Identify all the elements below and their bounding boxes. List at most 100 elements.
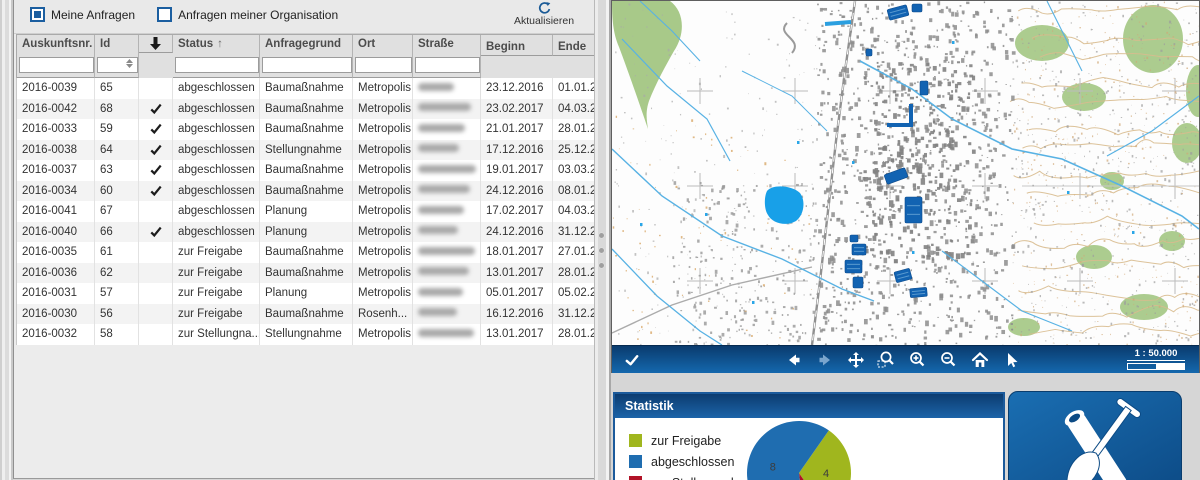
cell-check [139, 98, 173, 119]
cell-auskunftsnr: 2016-0038 [17, 139, 95, 160]
cell-ende: 01.01.2 [553, 78, 594, 99]
map-request-marker[interactable] [911, 3, 923, 13]
left-collapse-strip[interactable] [0, 0, 13, 480]
cell-ort: Metropolis [353, 283, 413, 304]
refresh-label: Aktualisieren [513, 15, 575, 27]
table-row[interactable]: 2016-0030 56 zur Freigabe Baumaßnahme Rosenh… [16, 303, 594, 324]
map-request-marker[interactable] [851, 243, 867, 256]
cell-beginn: 17.02.2017 [481, 201, 553, 222]
column-header-anfragegrund[interactable]: Anfragegrund [260, 35, 353, 55]
map-request-marker[interactable] [884, 167, 908, 185]
filter-input-auskunftsnr[interactable] [19, 57, 94, 73]
map-request-marker[interactable] [849, 234, 859, 243]
checkbox-my-requests-box[interactable] [30, 7, 45, 22]
cell-beginn: 13.01.2017 [481, 324, 553, 345]
redacted-street [418, 205, 464, 214]
confirm-icon[interactable] [622, 350, 641, 369]
cell-strasse [413, 160, 481, 181]
zoom-window-icon[interactable] [877, 350, 896, 369]
requests-table: Auskunftsnr. Id Status ↑ Anfragegrund Ort… [16, 34, 594, 345]
filter-cell-strasse [413, 55, 481, 78]
map-request-marker[interactable] [852, 276, 864, 289]
column-header-auskunftsnr[interactable]: Auskunftsnr. [17, 35, 95, 55]
cell-ort: Metropolis [353, 160, 413, 181]
legend-item: zur Freigabe [629, 430, 755, 451]
cell-check [139, 180, 173, 201]
cell-beginn: 23.12.2016 [481, 78, 553, 99]
table-row[interactable]: 2016-0032 58 zur Stellungna... Stellungnahm… [16, 324, 594, 345]
panel-splitter[interactable] [594, 0, 611, 480]
filter-input-strasse[interactable] [415, 57, 480, 73]
table-row[interactable]: 2016-0038 64 abgeschlossen Stellungnahme Met… [16, 139, 594, 160]
map-request-marker[interactable] [844, 259, 863, 274]
table-row[interactable]: 2016-0037 63 abgeschlossen Baumaßnahme Metro… [16, 160, 594, 181]
row-check-icon [149, 185, 162, 196]
zoom-in-icon[interactable] [908, 350, 927, 369]
cell-ort: Metropolis [353, 78, 413, 99]
cell-beginn: 16.12.2016 [481, 303, 553, 324]
cell-anfragegrund: Baumaßnahme [260, 303, 353, 324]
forward-arrow-icon[interactable] [815, 350, 834, 369]
table-row[interactable]: 2016-0039 65 abgeschlossen Baumaßnahme Metro… [16, 78, 594, 99]
zoom-out-icon[interactable] [939, 350, 958, 369]
cell-id: 64 [95, 139, 139, 160]
cell-ende: 27.01.2 [553, 242, 594, 263]
redacted-street [418, 246, 475, 255]
table-row[interactable]: 2016-0036 62 zur Freigabe Baumaßnahme Metrop… [16, 262, 594, 284]
cell-ende: 28.01.2 [553, 263, 594, 284]
table-row[interactable]: 2016-0035 61 zur Freigabe Baumaßnahme Metrop… [16, 242, 594, 263]
row-check-icon [149, 103, 162, 114]
column-header-check[interactable] [139, 35, 173, 53]
map-request-marker[interactable] [893, 268, 913, 283]
filter-toolbar: Meine Anfragen Anfragen meiner Organisat… [14, 0, 594, 34]
cell-anfragegrund: Planung [260, 221, 353, 242]
map-request-marker[interactable] [886, 4, 910, 21]
filter-input-status[interactable] [175, 57, 259, 73]
table-row[interactable]: 2016-0041 67 abgeschlossen Planung Metropoli… [16, 201, 594, 222]
map-canvas[interactable] [612, 1, 1199, 345]
id-spinner[interactable] [126, 59, 133, 68]
cell-anfragegrund: Baumaßnahme [260, 160, 353, 181]
column-header-status[interactable]: Status ↑ [173, 35, 260, 55]
checkbox-my-requests[interactable]: Meine Anfragen [30, 7, 135, 22]
column-header-id[interactable]: Id [95, 35, 139, 55]
column-header-ende[interactable]: Ende [553, 35, 594, 56]
table-row[interactable]: 2016-0031 57 zur Freigabe Planung Metropolis… [16, 283, 594, 304]
cell-status: abgeschlossen [173, 139, 260, 160]
table-row[interactable]: 2016-0034 60 abgeschlossen Baumaßnahme Metro… [16, 180, 594, 201]
filter-input-anfragegrund[interactable] [262, 57, 352, 73]
back-arrow-icon[interactable] [784, 350, 803, 369]
table-row[interactable]: 2016-0033 59 abgeschlossen Baumaßnahme Metro… [16, 119, 594, 140]
filter-cell-anfragegrund [260, 55, 353, 78]
cell-ort: Metropolis [353, 262, 413, 283]
new-request-tile[interactable] [1008, 391, 1182, 480]
column-header-beginn[interactable]: Beginn [481, 35, 553, 56]
checkbox-org-requests-box[interactable] [157, 7, 173, 22]
statistics-panel: Statistik 418 zur Freigabeabgeschlossenz… [613, 392, 1005, 480]
checkbox-org-requests[interactable]: Anfragen meiner Organisation [157, 7, 338, 22]
map-request-marker[interactable] [904, 196, 923, 224]
pan-icon[interactable] [846, 350, 865, 369]
refresh-button[interactable]: Aktualisieren [504, 1, 584, 27]
table-row[interactable]: 2016-0040 66 abgeschlossen Planung Metropoli… [16, 221, 594, 242]
home-icon[interactable] [970, 350, 989, 369]
pie-legend: zur Freigabe abgeschlossen zur Stellungnah… [629, 430, 755, 480]
cell-ende: 04.03.2 [553, 201, 594, 222]
statistics-header: Statistik [615, 394, 1003, 418]
cell-check [139, 201, 173, 222]
requests-panel: Meine Anfragen Anfragen meiner Organisat… [13, 0, 594, 479]
cell-status: zur Stellungna... [173, 324, 260, 345]
request-table-body: 2016-0039 65 abgeschlossen Baumaßnahme Metro… [16, 78, 594, 345]
cell-status: zur Freigabe [173, 283, 260, 304]
map-request-marker[interactable] [865, 48, 873, 57]
legend-item: zur Stellungnahme [629, 472, 755, 480]
column-header-strasse[interactable]: Straße [413, 35, 481, 55]
column-header-ort[interactable]: Ort [353, 35, 413, 55]
map-request-marker[interactable] [919, 80, 929, 96]
map-request-marker[interactable] [909, 287, 928, 298]
filter-input-ort[interactable] [355, 57, 412, 73]
map-lake-highlight [764, 186, 804, 224]
table-row[interactable]: 2016-0042 68 abgeschlossen Baumaßnahme Metro… [16, 98, 594, 119]
cell-auskunftsnr: 2016-0033 [17, 119, 95, 140]
pointer-icon[interactable] [1001, 350, 1020, 369]
